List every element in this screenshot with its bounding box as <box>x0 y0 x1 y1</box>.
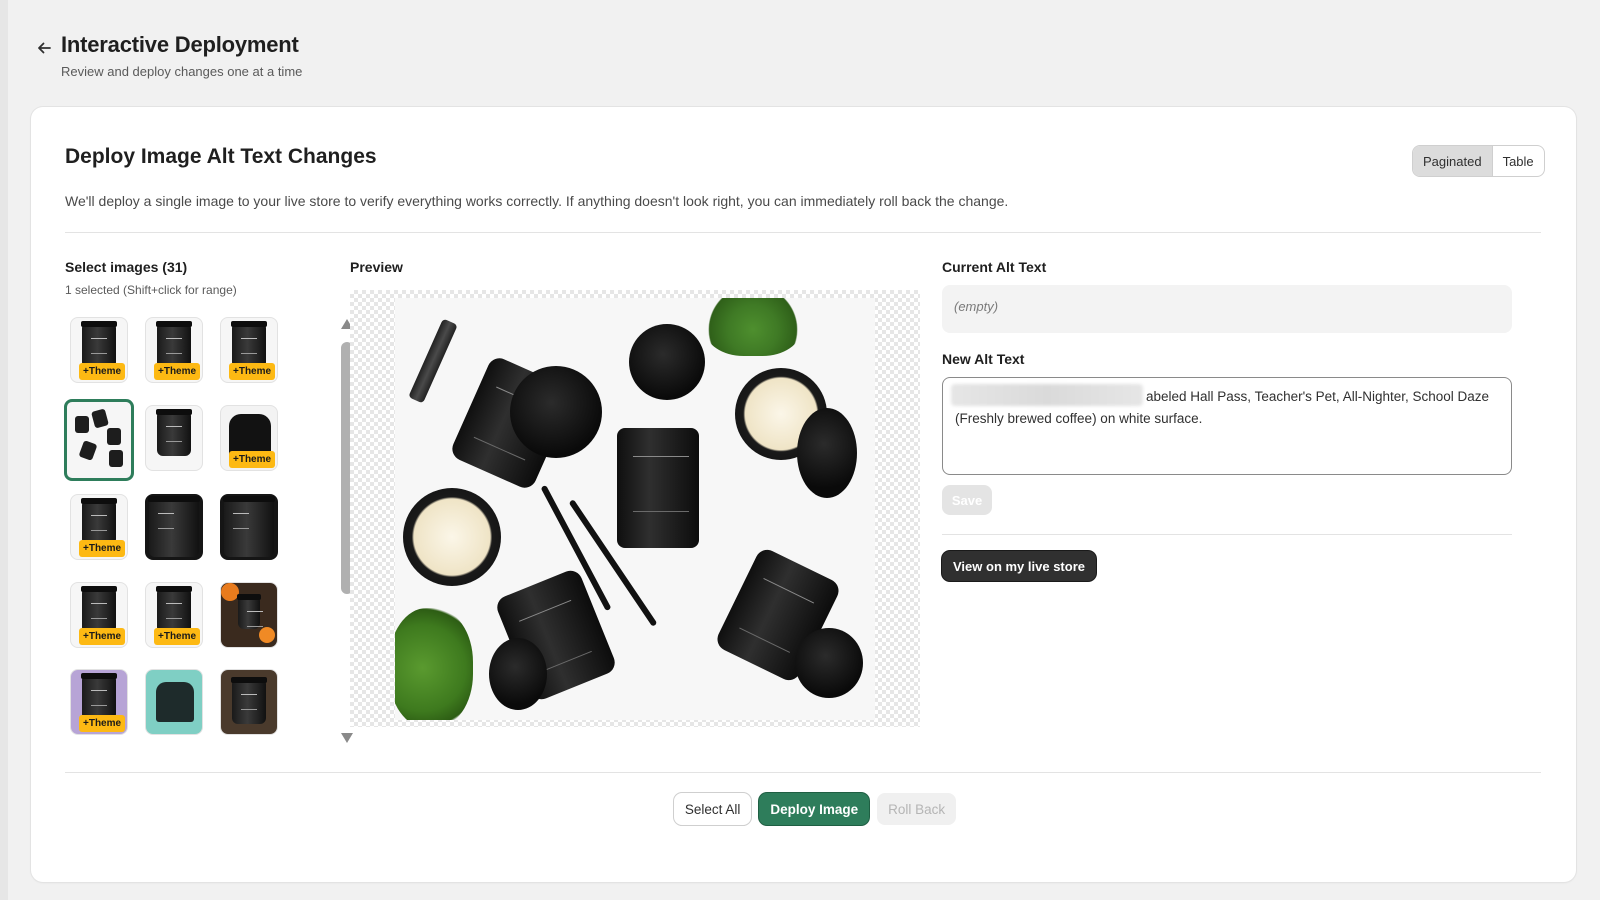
back-arrow-icon[interactable] <box>34 38 54 58</box>
image-thumbnail[interactable] <box>145 405 203 471</box>
theme-badge: +Theme <box>229 363 276 380</box>
page-title: Interactive Deployment <box>61 32 299 57</box>
alt-text-line-1: abeled Hall Pass, Teacher's Pet, All-Nig… <box>1146 389 1490 404</box>
current-alt-text-value: (empty) <box>942 285 1512 333</box>
preview-image <box>395 298 875 720</box>
view-live-store-button[interactable]: View on my live store <box>942 551 1096 581</box>
alt-text-line-2: (Freshly brewed coffee) on white surface… <box>955 411 1203 426</box>
select-all-button[interactable]: Select All <box>673 793 752 825</box>
footer-actions: Select All Deploy Image Roll Back <box>31 793 1576 825</box>
toggle-table[interactable]: Table <box>1493 146 1544 176</box>
card-description: We'll deploy a single image to your live… <box>65 193 1009 209</box>
image-thumbnail[interactable]: +Theme <box>220 405 278 471</box>
selection-count: 1 selected (Shift+click for range) <box>65 283 237 297</box>
theme-badge: +Theme <box>79 363 126 380</box>
roll-back-button[interactable]: Roll Back <box>877 793 957 825</box>
image-thumbnail[interactable]: +Theme <box>70 669 128 735</box>
deploy-image-button[interactable]: Deploy Image <box>759 793 870 825</box>
image-thumbnail[interactable] <box>220 494 278 560</box>
image-thumbnail[interactable]: +Theme <box>70 494 128 560</box>
view-toggle: Paginated Table <box>1412 145 1545 177</box>
image-thumbnail[interactable]: +Theme <box>145 317 203 383</box>
divider <box>65 772 1541 773</box>
image-thumbnail[interactable]: +Theme <box>145 582 203 648</box>
page-subtitle: Review and deploy changes one at a time <box>61 64 303 79</box>
image-thumbnail[interactable]: +Theme <box>220 317 278 383</box>
new-alt-text-label: New Alt Text <box>942 351 1025 367</box>
select-images-title: Select images (31) <box>65 259 188 275</box>
image-thumbnail[interactable]: +Theme <box>70 582 128 648</box>
image-thumbnail[interactable]: +Theme <box>70 317 128 383</box>
image-thumbnail[interactable] <box>220 582 278 648</box>
theme-badge: +Theme <box>229 451 276 468</box>
image-grid: +Theme +Theme +Theme +Theme +Theme +Them… <box>64 317 288 745</box>
divider <box>942 534 1512 535</box>
preview-panel <box>350 290 920 727</box>
theme-badge: +Theme <box>154 628 201 645</box>
scroll-down-arrow-icon[interactable] <box>340 732 354 744</box>
new-alt-text-field[interactable]: abeled Hall Pass, Teacher's Pet, All-Nig… <box>942 377 1512 475</box>
image-thumbnail[interactable] <box>145 669 203 735</box>
toggle-paginated[interactable]: Paginated <box>1413 146 1493 176</box>
current-alt-text-label: Current Alt Text <box>942 259 1047 275</box>
theme-badge: +Theme <box>79 540 126 557</box>
theme-badge: +Theme <box>79 628 126 645</box>
redacted-text <box>951 384 1143 406</box>
save-button[interactable]: Save <box>942 485 992 515</box>
divider <box>65 232 1541 233</box>
image-thumbnail-selected[interactable] <box>64 399 134 481</box>
deploy-card: Deploy Image Alt Text Changes Paginated … <box>31 107 1576 882</box>
theme-badge: +Theme <box>154 363 201 380</box>
app-sidebar-edge <box>0 0 8 900</box>
card-title: Deploy Image Alt Text Changes <box>65 145 377 168</box>
image-thumbnail[interactable] <box>145 494 203 560</box>
preview-title: Preview <box>350 259 403 275</box>
theme-badge: +Theme <box>79 715 126 732</box>
image-thumbnail[interactable] <box>220 669 278 735</box>
